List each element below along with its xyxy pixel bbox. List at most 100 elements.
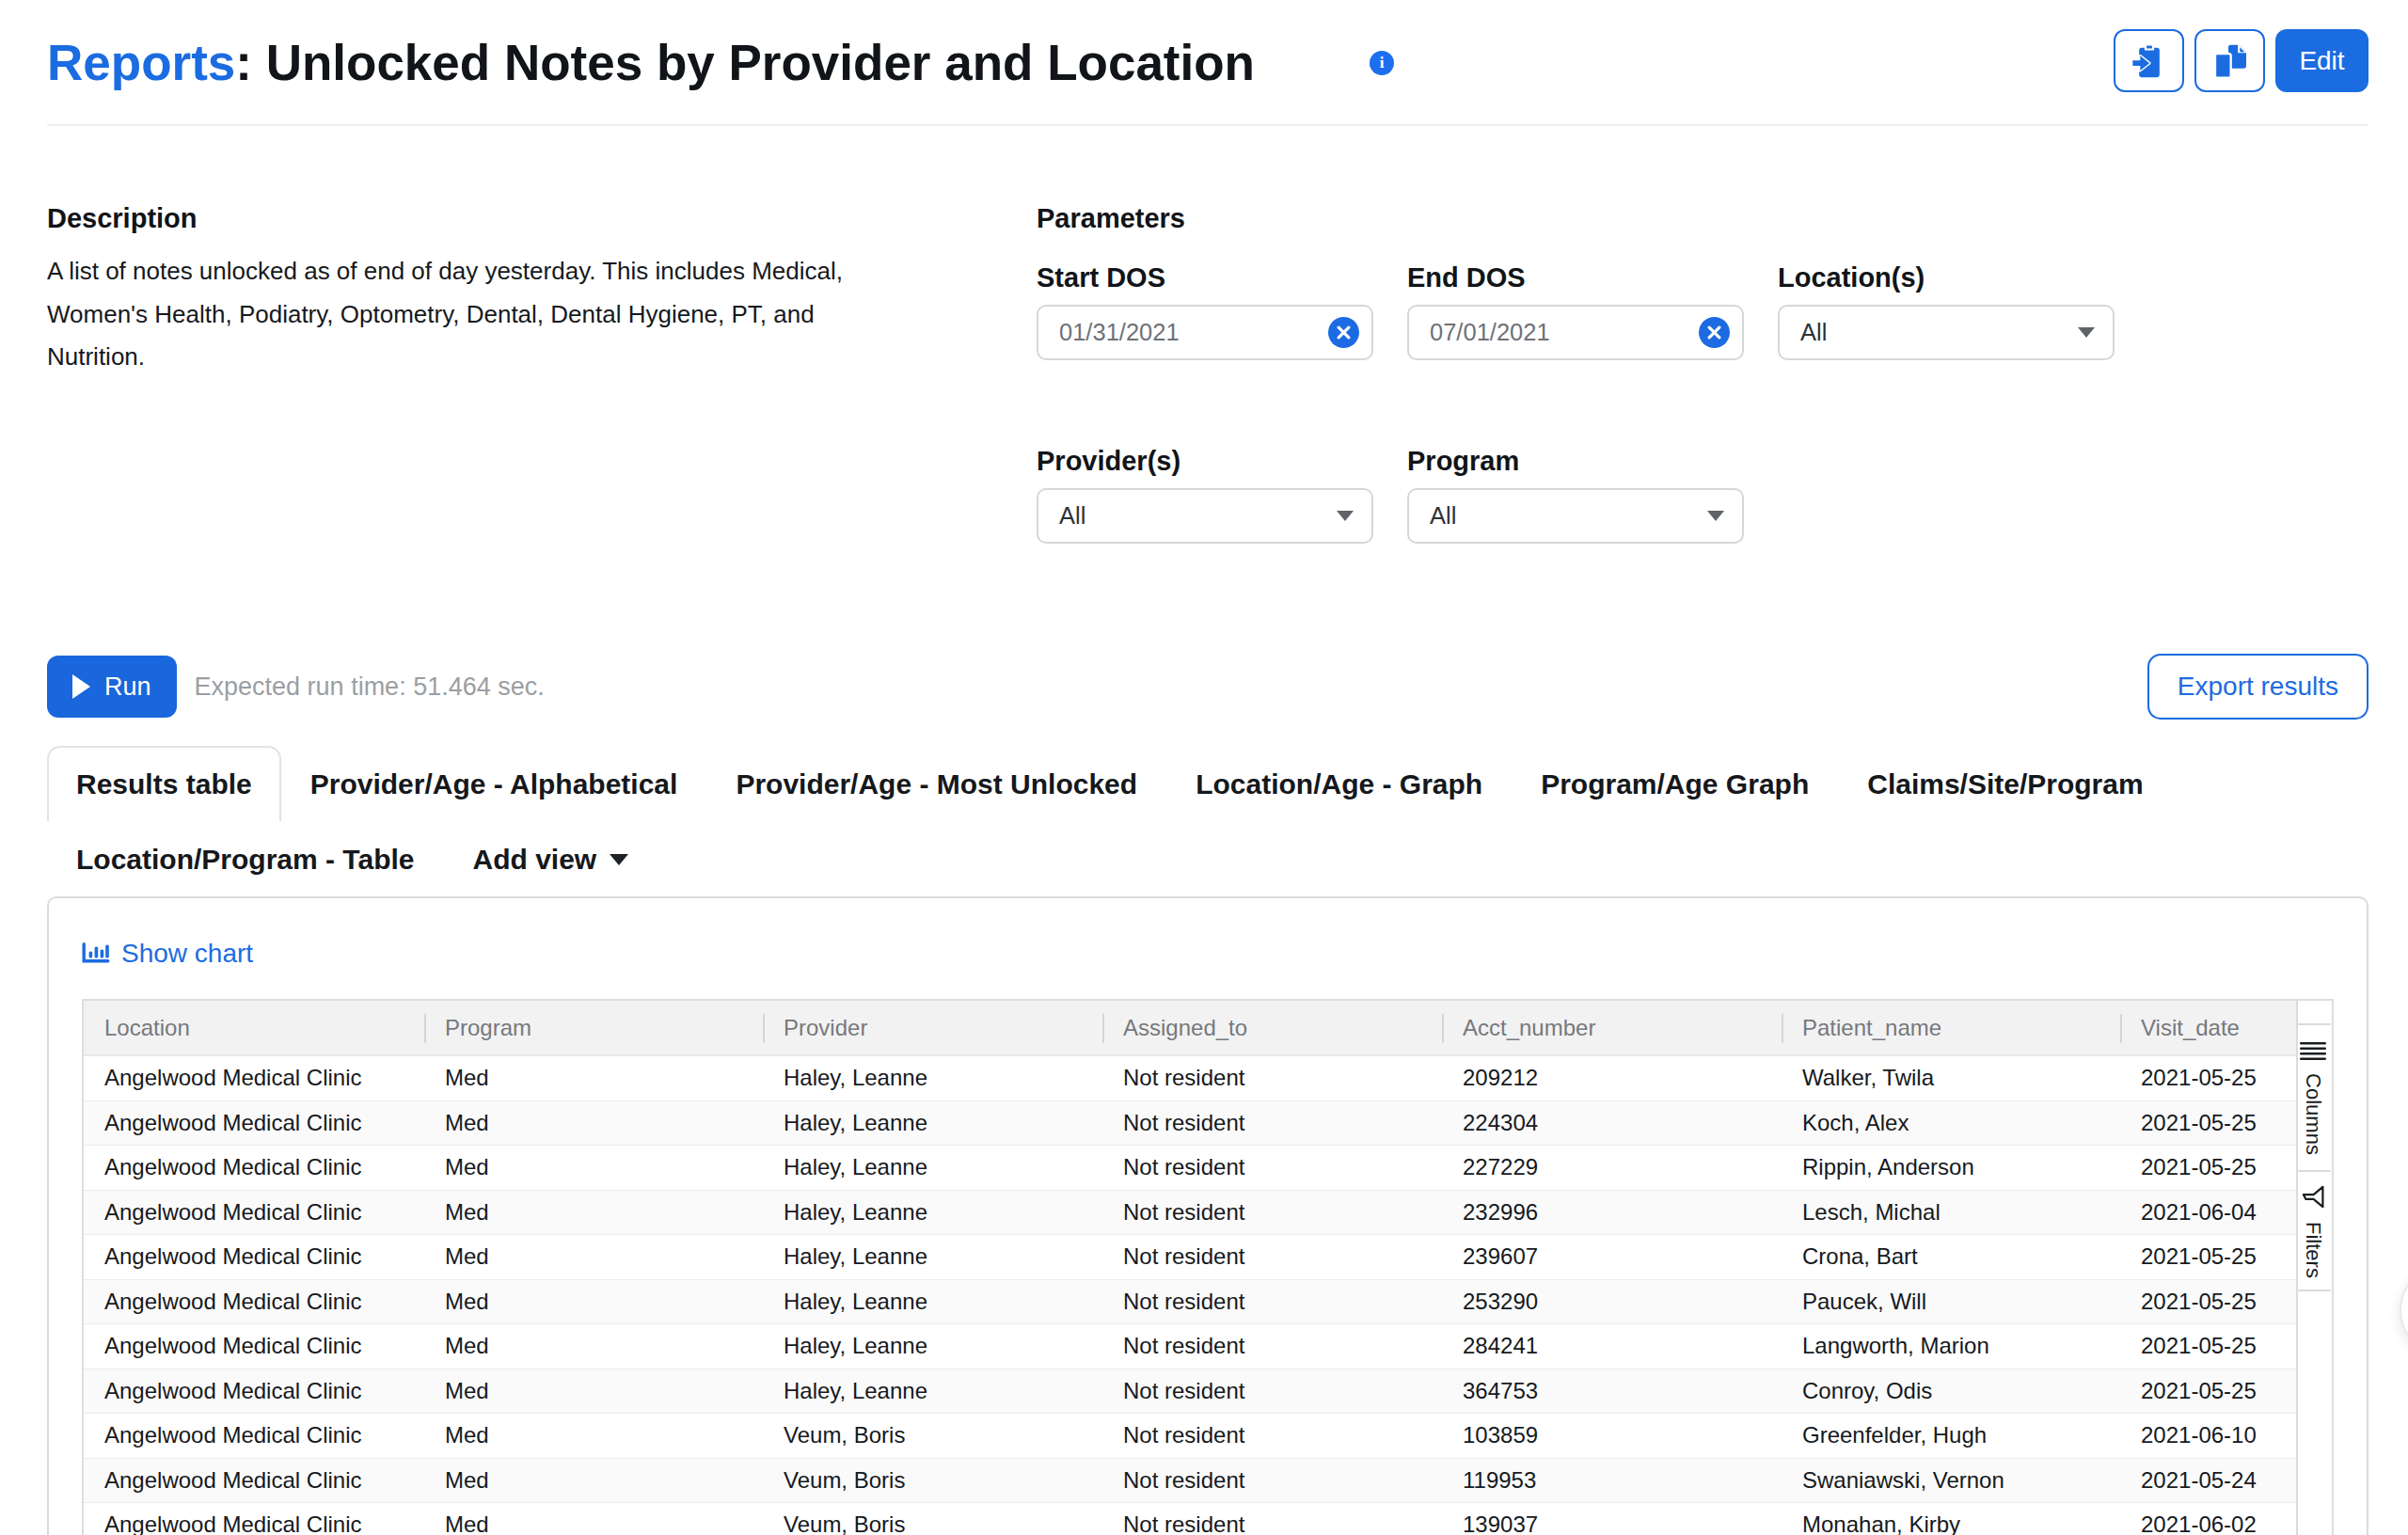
table-cell: Angelwood Medical Clinic (84, 1324, 424, 1369)
column-header-provider[interactable]: Provider (763, 1001, 1102, 1054)
clear-date-button[interactable] (1699, 317, 1730, 348)
view-tab[interactable]: Claims/Site/Program (1838, 746, 2172, 821)
table-row[interactable]: Angelwood Medical ClinicMedVeum, BorisNo… (84, 1503, 2296, 1535)
view-tab[interactable]: Provider/Age - Most Unlocked (706, 746, 1166, 821)
table-cell: Med (424, 1101, 763, 1146)
table-cell: 119953 (1442, 1459, 1782, 1503)
column-header-location[interactable]: Location (84, 1001, 424, 1054)
view-tab[interactable]: Location/Program - Table (47, 821, 444, 896)
run-button[interactable]: Run (47, 656, 177, 718)
export-results-button[interactable]: Export results (2147, 654, 2368, 720)
table-row[interactable]: Angelwood Medical ClinicMedHaley, Leanne… (84, 1324, 2296, 1369)
select-dropdown[interactable]: All (1407, 488, 1744, 544)
table-cell: 2021-06-04 (2120, 1191, 2296, 1235)
table-row[interactable]: Angelwood Medical ClinicMedHaley, Leanne… (84, 1056, 2296, 1101)
show-chart-link[interactable]: Show chart (82, 939, 253, 969)
parameter-label: End DOS (1407, 259, 1744, 296)
filter-icon (2303, 1185, 2325, 1209)
side-bar-spacer (2298, 1001, 2331, 1025)
field-value: All (1059, 502, 1085, 530)
grid-body: Angelwood Medical ClinicMedHaley, Leanne… (84, 1056, 2296, 1535)
table-cell: 227229 (1442, 1146, 1782, 1190)
table-cell: Haley, Leanne (763, 1235, 1102, 1279)
view-tab[interactable]: Results table (47, 746, 281, 821)
column-header-acct_number[interactable]: Acct_number (1442, 1001, 1782, 1054)
parameter-label: Program (1407, 442, 1744, 480)
table-cell: Not resident (1102, 1101, 1442, 1146)
table-row[interactable]: Angelwood Medical ClinicMedHaley, Leanne… (84, 1191, 2296, 1236)
chart-icon (82, 942, 110, 965)
parameter-label: Provider(s) (1037, 442, 1373, 480)
columns-side-button[interactable]: Columns (2298, 1025, 2331, 1172)
table-cell: Conroy, Odis (1782, 1369, 2120, 1414)
table-row[interactable]: Angelwood Medical ClinicMedHaley, Leanne… (84, 1101, 2296, 1147)
table-cell: 2021-05-24 (2120, 1459, 2296, 1503)
date-input[interactable]: 07/01/2021 (1407, 305, 1744, 360)
table-cell: Angelwood Medical Clinic (84, 1101, 424, 1146)
table-cell: Med (424, 1324, 763, 1369)
copy-report-button[interactable] (2194, 29, 2265, 92)
parameter-field: Provider(s) All (1037, 442, 1373, 544)
table-cell: Med (424, 1503, 763, 1535)
column-header-patient_name[interactable]: Patient_name (1782, 1001, 2120, 1054)
table-cell: Lesch, Michal (1782, 1191, 2120, 1235)
columns-side-button-label: Columns (2302, 1073, 2326, 1155)
title-separator: : (235, 35, 265, 90)
column-header-visit_date[interactable]: Visit_date (2120, 1001, 2296, 1054)
table-cell: Not resident (1102, 1324, 1442, 1369)
table-cell: Walker, Twila (1782, 1056, 2120, 1100)
column-header-assigned_to[interactable]: Assigned_to (1102, 1001, 1442, 1054)
table-cell: Haley, Leanne (763, 1191, 1102, 1235)
view-tab[interactable]: Provider/Age - Alphabetical (281, 746, 707, 821)
table-cell: 103859 (1442, 1414, 1782, 1458)
table-row[interactable]: Angelwood Medical ClinicMedHaley, Leanne… (84, 1146, 2296, 1191)
info-icon[interactable]: i (1370, 51, 1394, 75)
view-tab[interactable]: Program/Age Graph (1512, 746, 1838, 821)
view-tabs: Results tableProvider/Age - Alphabetical… (47, 746, 2368, 896)
filters-side-button[interactable]: Filters (2298, 1172, 2331, 1291)
page-header: Reports: Unlocked Notes by Provider and … (47, 0, 2368, 98)
parameters-grid: Start DOS01/31/2021End DOS07/01/2021Loca… (1037, 259, 2368, 544)
table-cell: Med (424, 1191, 763, 1235)
select-dropdown[interactable]: All (1037, 488, 1373, 544)
clear-date-button[interactable] (1328, 317, 1359, 348)
table-row[interactable]: Angelwood Medical ClinicMedHaley, Leanne… (84, 1235, 2296, 1280)
table-cell: Haley, Leanne (763, 1324, 1102, 1369)
page-title: Reports: Unlocked Notes by Provider and … (47, 28, 1394, 98)
parameter-field: Location(s)All (1778, 259, 2115, 360)
table-cell: Not resident (1102, 1235, 1442, 1279)
table-cell: Not resident (1102, 1369, 1442, 1414)
view-tab[interactable]: Location/Age - Graph (1166, 746, 1512, 821)
chevron-down-icon (1707, 511, 1724, 521)
table-cell: Not resident (1102, 1191, 1442, 1235)
results-card: Show chart LocationProgramProviderAssign… (47, 896, 2368, 1535)
description-heading: Description (47, 199, 1037, 237)
copy-icon (2211, 42, 2249, 80)
date-input[interactable]: 01/31/2021 (1037, 305, 1373, 360)
select-dropdown[interactable]: All (1778, 305, 2115, 360)
table-cell: Med (424, 1235, 763, 1279)
table-cell: Angelwood Medical Clinic (84, 1414, 424, 1458)
table-row[interactable]: Angelwood Medical ClinicMedVeum, BorisNo… (84, 1459, 2296, 1504)
parameter-field: Program All (1407, 442, 1744, 544)
column-header-program[interactable]: Program (424, 1001, 763, 1054)
table-cell: Angelwood Medical Clinic (84, 1280, 424, 1324)
run-row: Run Expected run time: 51.464 sec. Expor… (47, 654, 2368, 720)
parameter-field: End DOS 07/01/2021 (1407, 259, 1744, 360)
table-cell: Haley, Leanne (763, 1056, 1102, 1100)
table-cell: 2021-05-25 (2120, 1146, 2296, 1190)
grid-main: LocationProgramProviderAssigned_toAcct_n… (84, 1001, 2296, 1535)
table-cell: Veum, Boris (763, 1459, 1102, 1503)
breadcrumb-reports-link[interactable]: Reports (47, 35, 235, 90)
table-cell: Veum, Boris (763, 1503, 1102, 1535)
add-view-button[interactable]: Add view (444, 821, 658, 896)
table-row[interactable]: Angelwood Medical ClinicMedHaley, Leanne… (84, 1280, 2296, 1325)
play-icon (72, 674, 90, 699)
table-cell: Angelwood Medical Clinic (84, 1235, 424, 1279)
table-cell: 2021-06-02 (2120, 1503, 2296, 1535)
table-row[interactable]: Angelwood Medical ClinicMedVeum, BorisNo… (84, 1414, 2296, 1459)
table-row[interactable]: Angelwood Medical ClinicMedHaley, Leanne… (84, 1369, 2296, 1415)
assign-report-button[interactable] (2114, 29, 2184, 92)
table-cell: 2021-05-25 (2120, 1235, 2296, 1279)
edit-button[interactable]: Edit (2275, 29, 2368, 92)
